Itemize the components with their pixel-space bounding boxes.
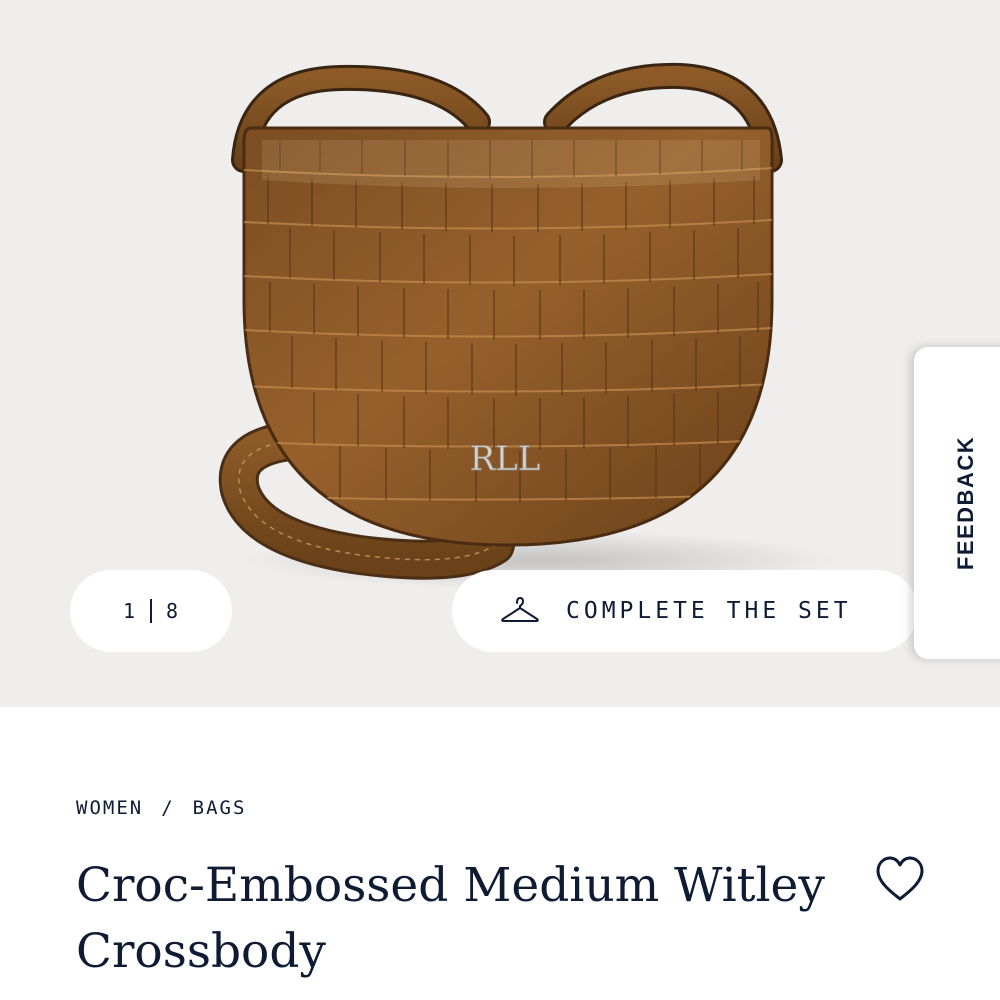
brand-logo: RLL [470,439,541,479]
complete-the-set-label: COMPLETE THE SET [566,598,852,624]
counter-divider [150,599,152,623]
total-image-count: 8 [166,599,180,623]
breadcrumb-separator: / [161,797,175,819]
feedback-label: FEEDBACK [953,435,978,571]
breadcrumb: WOMEN / BAGS [76,797,246,819]
product-page: RLL 1 8 COMPLETE THE SET FEEDBACK WOMEN … [0,0,1000,1000]
complete-the-set-button[interactable]: COMPLETE THE SET [452,570,918,652]
product-title: Croc-Embossed Medium Witley Crossbody [76,858,825,979]
current-image-number: 1 [122,599,136,623]
feedback-tab[interactable]: FEEDBACK [914,347,1000,659]
breadcrumb-item-women[interactable]: WOMEN [76,797,143,819]
image-counter: 1 8 [70,570,232,652]
hanger-icon [501,597,539,622]
breadcrumb-item-bags[interactable]: BAGS [193,797,247,819]
product-image-gallery[interactable]: RLL 1 8 COMPLETE THE SET [0,0,1000,707]
heart-icon[interactable] [873,853,927,907]
